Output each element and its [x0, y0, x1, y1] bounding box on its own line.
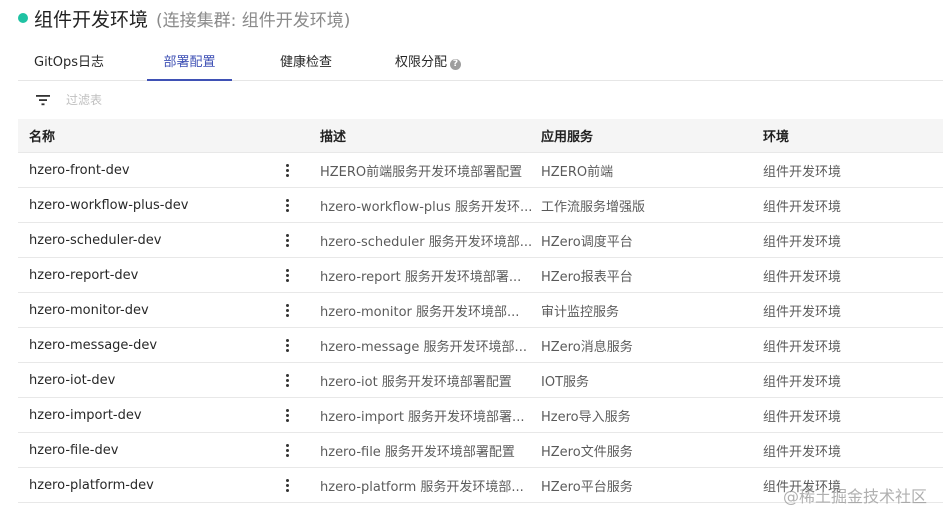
status-dot-icon: [18, 13, 28, 23]
row-actions: [254, 231, 320, 249]
row-environment: 组件开发环境: [763, 164, 842, 180]
page-title: 组件开发环境: [34, 8, 149, 31]
tab-health-check[interactable]: 健康检查: [280, 46, 332, 80]
row-name[interactable]: hzero-workflow-plus-dev: [18, 198, 254, 213]
row-app-service: HZero平台服务: [541, 479, 633, 495]
row-name[interactable]: hzero-iot-dev: [18, 373, 254, 388]
row-description: hzero-iot 服务开发环境部署配置: [320, 374, 512, 390]
row-name[interactable]: hzero-report-dev: [18, 268, 254, 283]
row-app-service: HZero文件服务: [541, 444, 633, 460]
filter-icon[interactable]: [36, 94, 50, 106]
tab-label: GitOps日志: [34, 55, 105, 70]
row-description: hzero-monitor 服务开发环境部...: [320, 304, 520, 320]
table-row[interactable]: hzero-iot-dev hzero-iot 服务开发环境部署配置 IOT服务 组件…: [18, 363, 943, 398]
tab-label: 健康检查: [280, 55, 333, 70]
column-header-description[interactable]: 描述: [320, 126, 541, 145]
more-actions-icon[interactable]: [281, 441, 293, 459]
row-description: hzero-platform 服务开发环境部...: [320, 479, 524, 495]
row-description: hzero-file 服务开发环境部署配置: [320, 444, 515, 460]
more-actions-icon[interactable]: [281, 196, 293, 214]
table-row[interactable]: hzero-message-dev hzero-message 服务开发环境部..…: [18, 328, 943, 363]
row-app-service: 审计监控服务: [541, 304, 620, 320]
more-actions-icon[interactable]: [281, 406, 293, 424]
deployment-config-page: 组件开发环境 (连接集群: 组件开发环境) GitOps日志 部署配置 健康检查…: [0, 0, 943, 521]
row-name[interactable]: hzero-file-dev: [18, 443, 254, 458]
table-row[interactable]: hzero-monitor-dev hzero-monitor 服务开发环境部..…: [18, 293, 943, 328]
row-actions: [254, 161, 320, 179]
more-actions-icon[interactable]: [281, 161, 293, 179]
row-environment: 组件开发环境: [763, 234, 842, 250]
filter-input[interactable]: [66, 93, 266, 107]
row-description: hzero-import 服务开发环境部署...: [320, 409, 525, 425]
more-actions-icon[interactable]: [281, 476, 293, 494]
row-name[interactable]: hzero-platform-dev: [18, 478, 254, 493]
row-app-service: HZero调度平台: [541, 234, 633, 250]
more-actions-icon[interactable]: [281, 266, 293, 284]
more-actions-icon[interactable]: [281, 336, 293, 354]
row-app-service: IOT服务: [541, 374, 590, 390]
row-name[interactable]: hzero-monitor-dev: [18, 303, 254, 318]
more-actions-icon[interactable]: [281, 371, 293, 389]
row-actions: [254, 406, 320, 424]
deployment-table: 名称 描述 应用服务 环境 hzero-front-dev HZERO前端服务开发…: [18, 119, 943, 503]
row-environment: 组件开发环境: [763, 339, 842, 355]
row-environment: 组件开发环境: [763, 304, 842, 320]
filter-bar: [18, 84, 943, 116]
tab-bar: GitOps日志 部署配置 健康检查 权限分配?: [18, 46, 943, 81]
row-environment: 组件开发环境: [763, 409, 842, 425]
table-row[interactable]: hzero-report-dev hzero-report 服务开发环境部署...…: [18, 258, 943, 293]
tab-label: 部署配置: [163, 55, 216, 70]
tab-deployment-config[interactable]: 部署配置: [147, 46, 232, 81]
row-actions: [254, 441, 320, 459]
cluster-subtitle: (连接集群: 组件开发环境): [156, 10, 351, 31]
table-row[interactable]: hzero-import-dev hzero-import 服务开发环境部署...…: [18, 398, 943, 433]
tab-gitops-log[interactable]: GitOps日志: [34, 46, 104, 80]
watermark: @稀土掘金技术社区: [782, 487, 927, 506]
row-description: HZERO前端服务开发环境部署配置: [320, 164, 523, 180]
row-actions: [254, 476, 320, 494]
row-name[interactable]: hzero-message-dev: [18, 338, 254, 353]
row-environment: 组件开发环境: [763, 269, 842, 285]
row-app-service: 工作流服务增强版: [541, 199, 646, 215]
table-row[interactable]: hzero-front-dev HZERO前端服务开发环境部署配置 HZERO前端 组…: [18, 153, 943, 188]
row-app-service: HZERO前端: [541, 164, 614, 180]
row-name[interactable]: hzero-scheduler-dev: [18, 233, 254, 248]
help-icon[interactable]: ?: [450, 59, 462, 70]
column-header-environment[interactable]: 环境: [763, 126, 943, 145]
row-actions: [254, 196, 320, 214]
row-app-service: HZero消息服务: [541, 339, 633, 355]
row-environment: 组件开发环境: [763, 444, 842, 460]
row-name[interactable]: hzero-import-dev: [18, 408, 254, 423]
table-row[interactable]: hzero-scheduler-dev hzero-scheduler 服务开发环…: [18, 223, 943, 258]
row-description: hzero-workflow-plus 服务开发环...: [320, 199, 533, 215]
env-header: 组件开发环境 (连接集群: 组件开发环境): [18, 4, 350, 32]
row-name[interactable]: hzero-front-dev: [18, 163, 254, 178]
row-app-service: Hzero导入服务: [541, 409, 631, 425]
tab-label: 权限分配: [395, 55, 448, 70]
row-description: hzero-message 服务开发环境部...: [320, 339, 527, 355]
table-body: hzero-front-dev HZERO前端服务开发环境部署配置 HZERO前端组…: [18, 153, 943, 503]
row-description: hzero-scheduler 服务开发环境部...: [320, 234, 533, 250]
table-header: 名称 描述 应用服务 环境: [18, 119, 943, 153]
row-description: hzero-report 服务开发环境部署...: [320, 269, 522, 285]
column-header-app-service[interactable]: 应用服务: [541, 126, 763, 145]
row-actions: [254, 301, 320, 319]
table-row[interactable]: hzero-workflow-plus-dev hzero-workflow-pl…: [18, 188, 943, 223]
row-environment: 组件开发环境: [763, 199, 842, 215]
table-row[interactable]: hzero-file-dev hzero-file 服务开发环境部署配置 HZero…: [18, 433, 943, 468]
row-actions: [254, 371, 320, 389]
more-actions-icon[interactable]: [281, 301, 293, 319]
row-app-service: HZero报表平台: [541, 269, 633, 285]
tab-permission[interactable]: 权限分配?: [395, 46, 462, 80]
row-actions: [254, 336, 320, 354]
row-environment: 组件开发环境: [763, 374, 842, 390]
column-header-name[interactable]: 名称: [18, 126, 254, 145]
more-actions-icon[interactable]: [281, 231, 293, 249]
row-actions: [254, 266, 320, 284]
